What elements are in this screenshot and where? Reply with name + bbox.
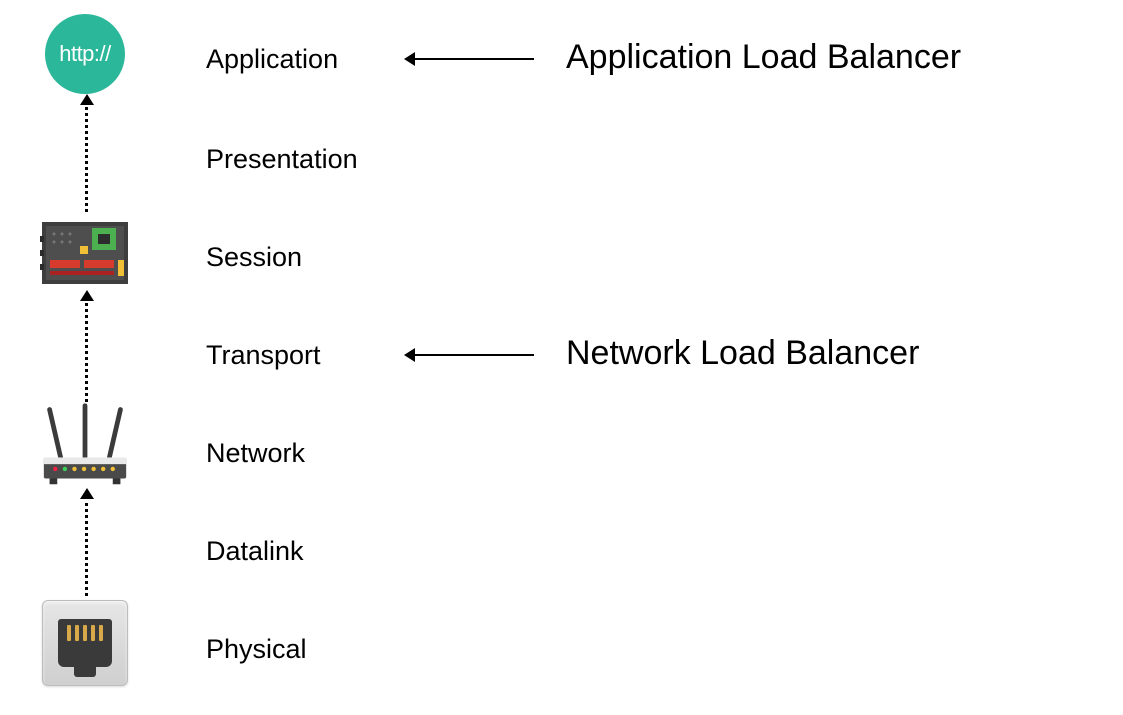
http-label: http:// xyxy=(59,41,111,67)
http-icon: http:// xyxy=(40,14,130,94)
arrow-router-to-board xyxy=(85,298,88,402)
arrow-board-to-http xyxy=(85,102,88,212)
layer-session: Session xyxy=(206,242,302,273)
layer-application: Application xyxy=(206,44,338,75)
arrow-to-transport xyxy=(414,354,534,356)
arrow-to-application xyxy=(414,58,534,60)
annotation-application-lb: Application Load Balancer xyxy=(566,38,961,77)
router-icon xyxy=(40,400,130,490)
layer-transport: Transport xyxy=(206,340,321,371)
layer-network: Network xyxy=(206,438,305,469)
motherboard-icon xyxy=(40,216,130,290)
layer-physical: Physical xyxy=(206,634,307,665)
ethernet-jack-icon xyxy=(40,600,130,686)
arrow-jack-to-router xyxy=(85,496,88,596)
layer-datalink: Datalink xyxy=(206,536,304,567)
layer-presentation: Presentation xyxy=(206,144,358,175)
annotation-network-lb: Network Load Balancer xyxy=(566,334,919,373)
